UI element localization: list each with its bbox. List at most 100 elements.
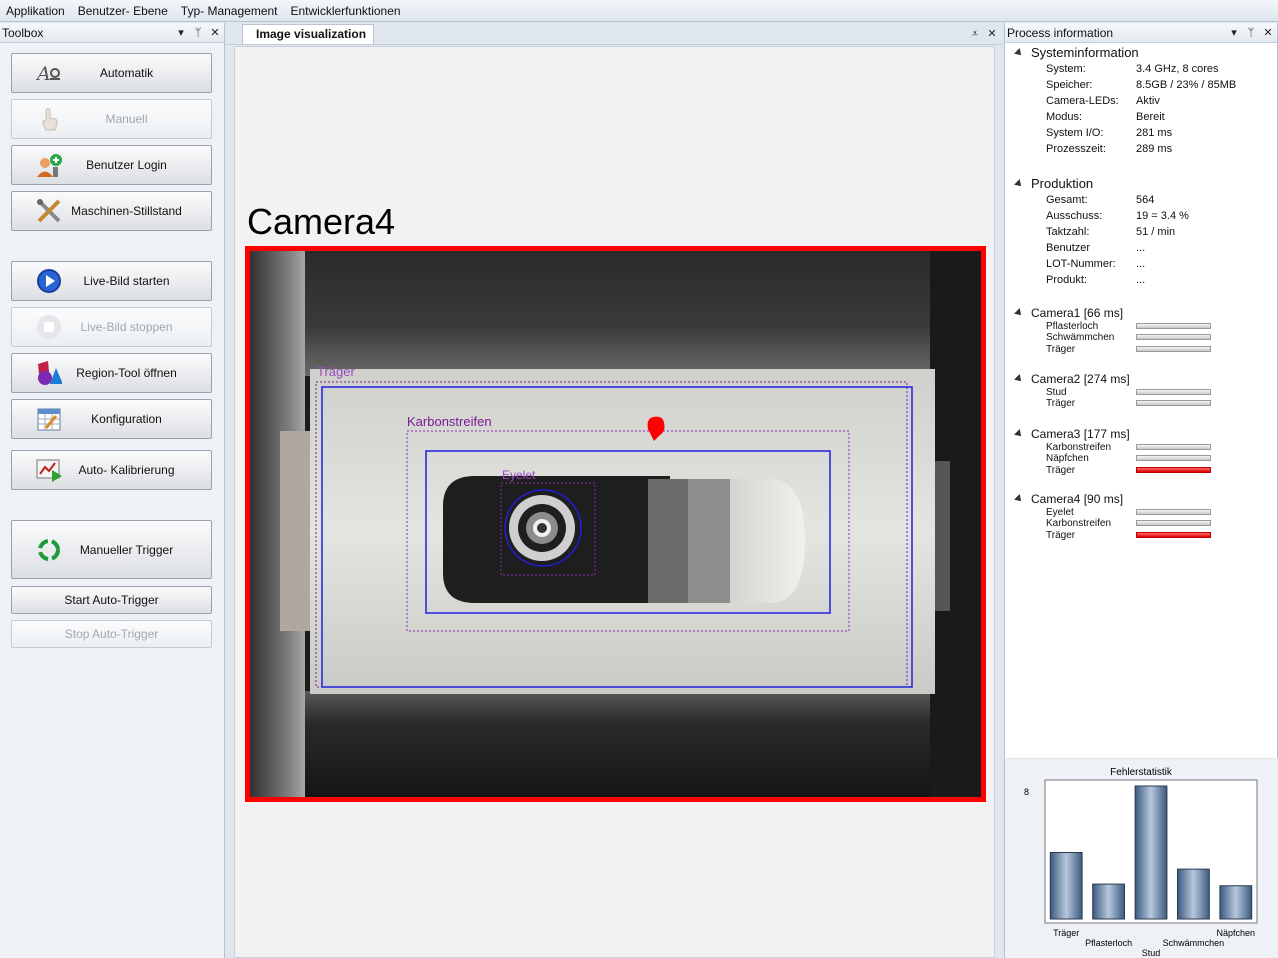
camera-inspection-name: Schwämmchen <box>1046 332 1115 344</box>
region-label-karbon: Karbonstreifen <box>407 414 492 429</box>
collapse-triangle-icon[interactable] <box>1014 429 1024 439</box>
x-tick-label-1: Pflasterloch <box>1085 938 1132 948</box>
inspection-status-bar <box>1136 520 1211 527</box>
menu-typ-management[interactable]: Typ- Management <box>175 1 285 21</box>
camera-section-title[interactable]: Camera3 [177 ms] <box>1014 427 1130 441</box>
camera-section-title[interactable]: Camera2 [274 ms] <box>1014 372 1130 386</box>
process-info-title: Process information <box>1007 25 1114 40</box>
produktion-key: Ausschuss: <box>1046 210 1103 222</box>
produktion-value: 51 / min <box>1136 226 1176 238</box>
systeminformation-value: Bereit <box>1136 111 1165 123</box>
calendar-icon <box>36 406 62 432</box>
automatik-button[interactable]: A Automatik <box>11 53 212 93</box>
fehlerstatistik-svg: Fehlerstatistik 8 Träger Pflasterloch StudSc… <box>1024 767 1258 958</box>
chart-play-icon <box>36 457 62 483</box>
systeminformation-title-label: Systeminformation <box>1031 45 1139 60</box>
produktion-title-label: Produktion <box>1031 176 1094 191</box>
systeminformation-key: System I/O: <box>1046 127 1104 139</box>
manueller-trigger-button[interactable]: Manueller Trigger <box>11 520 212 579</box>
x-tick-label-4: Näpfchen <box>1217 928 1256 938</box>
menu-benutzer-ebene[interactable]: Benutzer- Ebene <box>72 1 175 21</box>
systeminformation-value: 8.5GB / 23% / 85MB <box>1136 79 1237 91</box>
hand-icon <box>36 106 62 132</box>
inspection-status-bar <box>1136 334 1211 341</box>
collapse-triangle-icon[interactable] <box>1014 494 1024 504</box>
systeminformation-value: Aktiv <box>1136 95 1160 107</box>
camera-inspection-name: Eyelet <box>1046 507 1074 518</box>
region-tool-button[interactable]: Region-Tool öffnen <box>11 353 212 393</box>
produktion-key: Gesamt: <box>1046 194 1088 206</box>
collapse-triangle-icon[interactable] <box>1014 178 1024 189</box>
x-tick-label-0: Träger <box>1053 928 1079 938</box>
chart-title: Fehlerstatistik <box>1110 767 1173 778</box>
systeminformation-key: Camera-LEDs: <box>1046 95 1119 107</box>
x-tick-label-3: Schwämmchen <box>1163 938 1225 948</box>
refresh-icon <box>36 537 62 563</box>
camera-section-title[interactable]: Camera4 [90 ms] <box>1014 492 1124 506</box>
camera-image-frame[interactable]: Träger Karbonstreifen Eyelet <box>245 246 986 802</box>
menu-applikation[interactable]: Applikation <box>0 1 72 21</box>
systeminformation-value: 3.4 GHz, 8 cores <box>1136 63 1219 75</box>
systeminformation-key: Speicher: <box>1046 79 1093 91</box>
stop-auto-trigger-label: Stop Auto-Trigger <box>64 627 159 641</box>
camera-section-label: Camera1 [66 ms] <box>1031 306 1124 320</box>
toolbox-panel: Toolbox ▾ ᛘ ✕ A Automatik Manuell Benutz… <box>0 23 225 958</box>
tab-image-visualization[interactable]: Image visualization <box>242 24 374 44</box>
camera-inspection-name: Näpfchen <box>1046 453 1089 465</box>
dropdown-icon[interactable]: ▾ <box>176 27 186 39</box>
systeminformation-section-title[interactable]: Systeminformation <box>1014 45 1139 60</box>
image-visualization-panel: Image visualization ⩡ ✕ Camera4 Träger K… <box>226 23 1003 958</box>
systeminformation-value: 281 ms <box>1136 127 1173 139</box>
maschinen-stillstand-button[interactable]: Maschinen-Stillstand <box>11 191 212 231</box>
pin-icon[interactable]: ᛘ <box>1246 27 1256 39</box>
close-icon[interactable]: ✕ <box>210 27 220 39</box>
produktion-value: ... <box>1136 274 1146 286</box>
produktion-section-title[interactable]: Produktion <box>1014 176 1094 191</box>
inspection-status-bar <box>1136 509 1211 515</box>
collapse-triangle-icon[interactable] <box>1014 308 1024 318</box>
camera-inspection-name: Träger <box>1046 464 1076 476</box>
close-icon[interactable]: ✕ <box>1263 27 1273 39</box>
produktion-key: Benutzer <box>1046 242 1091 254</box>
bar-2 <box>1134 785 1168 920</box>
manuell-button[interactable]: Manuell <box>11 99 212 139</box>
dropdown-icon[interactable]: ▾ <box>1229 27 1239 39</box>
image-canvas-area: Camera4 Träger Karbonstreifen Eyelet <box>234 46 995 958</box>
konfiguration-button[interactable]: Konfiguration <box>11 399 212 439</box>
pin-icon[interactable]: ᛘ <box>193 27 203 39</box>
camera-section-title[interactable]: Camera1 [66 ms] <box>1014 306 1124 320</box>
camera-section-label: Camera2 [274 ms] <box>1031 372 1130 386</box>
camera-section-label: Camera4 [90 ms] <box>1031 492 1124 506</box>
start-auto-trigger-label: Start Auto-Trigger <box>64 593 159 607</box>
bar-1 <box>1092 883 1125 920</box>
camera-section-label: Camera3 [177 ms] <box>1031 427 1130 441</box>
collapse-triangle-icon[interactable] <box>1014 47 1024 58</box>
collapse-triangle-icon[interactable] <box>1014 374 1024 384</box>
tab-list-icon[interactable]: ⩡ <box>970 28 980 40</box>
live-bild-starten-button[interactable]: Live-Bild starten <box>11 261 212 301</box>
region-label-eyelet: Eyelet <box>502 468 536 482</box>
inspection-status-bar <box>1136 531 1211 538</box>
fehlerstatistik-chart: Fehlerstatistik 8 Träger Pflasterloch Stud Sc… <box>1004 759 1278 958</box>
camera-inspection-name: Stud <box>1046 387 1067 398</box>
automatik-icon: A <box>36 60 62 86</box>
auto-kalibrierung-button[interactable]: Auto- Kalibrierung <box>11 450 212 490</box>
image-vis-tabstrip: Image visualization ⩡ ✕ <box>226 23 1003 45</box>
produktion-key: Produkt: <box>1046 274 1087 286</box>
inspection-status-bar <box>1136 444 1211 450</box>
live-bild-stoppen-button[interactable]: Live-Bild stoppen <box>11 307 212 347</box>
bar-4 <box>1219 885 1253 920</box>
produktion-value: ... <box>1136 242 1146 254</box>
systeminformation-key: Modus: <box>1046 111 1083 123</box>
menu-entwicklerfunktionen[interactable]: Entwicklerfunktionen <box>285 1 408 21</box>
benutzer-login-button[interactable]: Benutzer Login <box>11 145 212 185</box>
bar-3 <box>1177 868 1210 920</box>
close-icon[interactable]: ✕ <box>987 28 997 40</box>
stop-auto-trigger-button[interactable]: Stop Auto-Trigger <box>11 620 212 648</box>
start-auto-trigger-button[interactable]: Start Auto-Trigger <box>11 586 212 614</box>
inspection-status-bar <box>1136 455 1211 462</box>
produktion-value: 564 <box>1136 194 1155 206</box>
produktion-key: LOT-Nummer: <box>1046 258 1116 270</box>
user-add-icon <box>36 152 62 178</box>
systeminformation-key: Prozesszeit: <box>1046 143 1106 155</box>
